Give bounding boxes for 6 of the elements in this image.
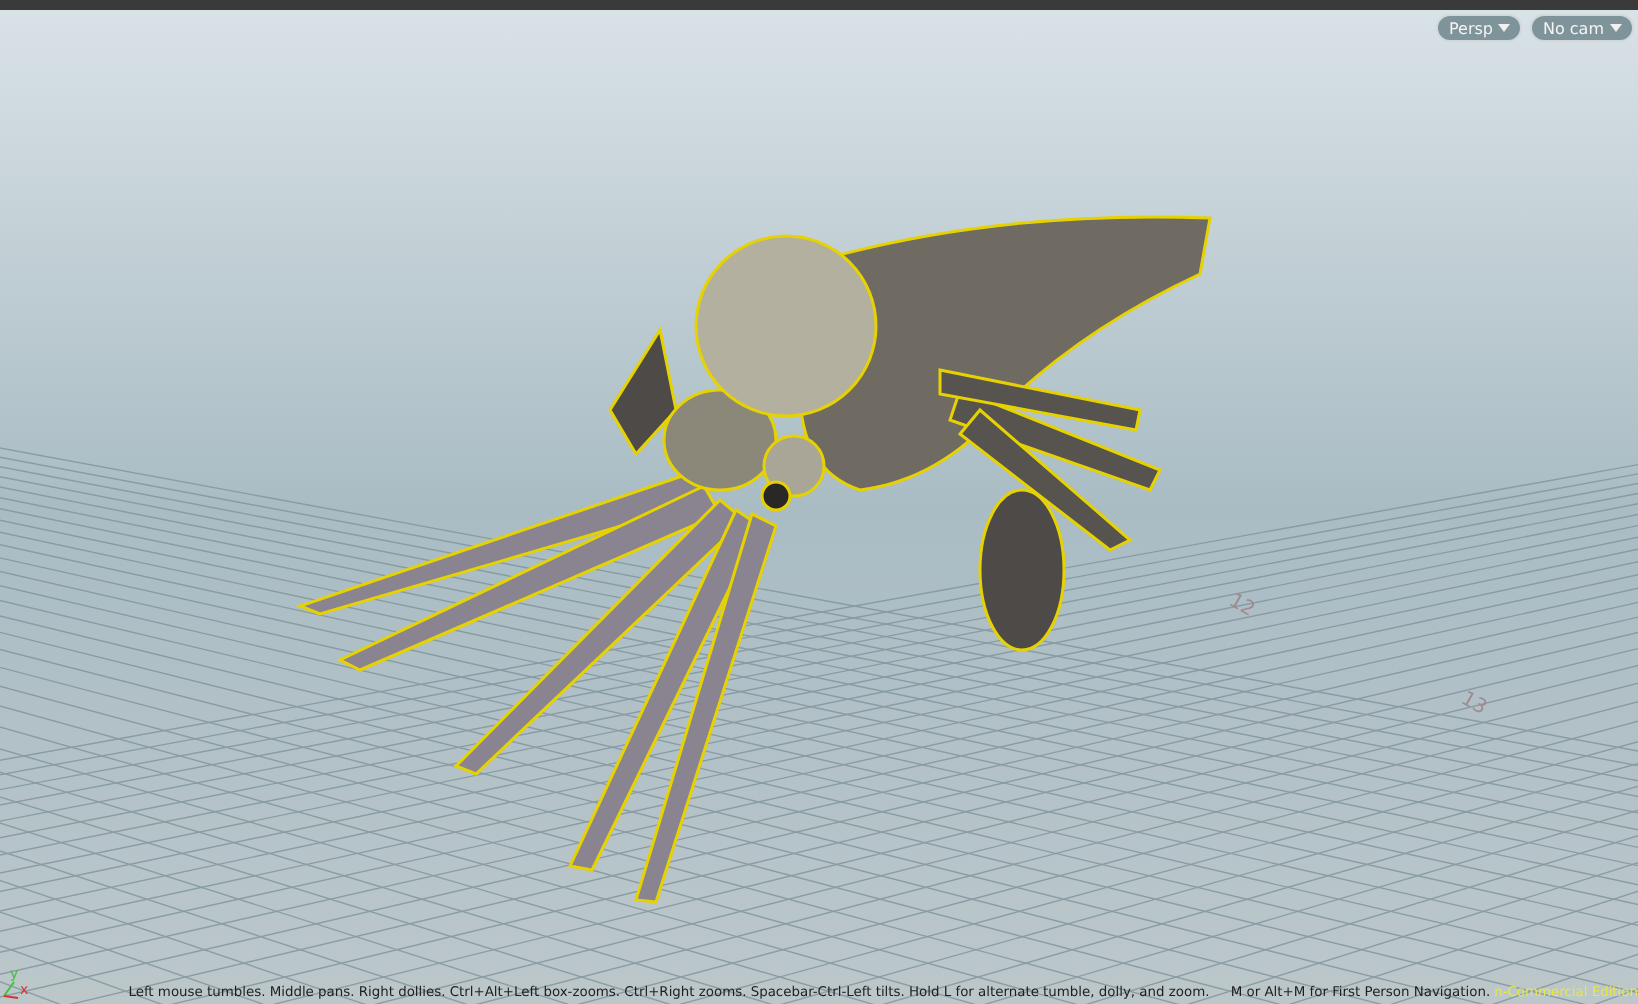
caret-icon	[1610, 24, 1622, 32]
view-dropdown[interactable]: Persp	[1436, 14, 1523, 42]
camera-dropdown[interactable]: No cam	[1530, 14, 1634, 42]
grid-label: 12	[1225, 590, 1259, 622]
grid-label: 13	[1457, 688, 1491, 720]
caret-icon	[1498, 24, 1511, 32]
